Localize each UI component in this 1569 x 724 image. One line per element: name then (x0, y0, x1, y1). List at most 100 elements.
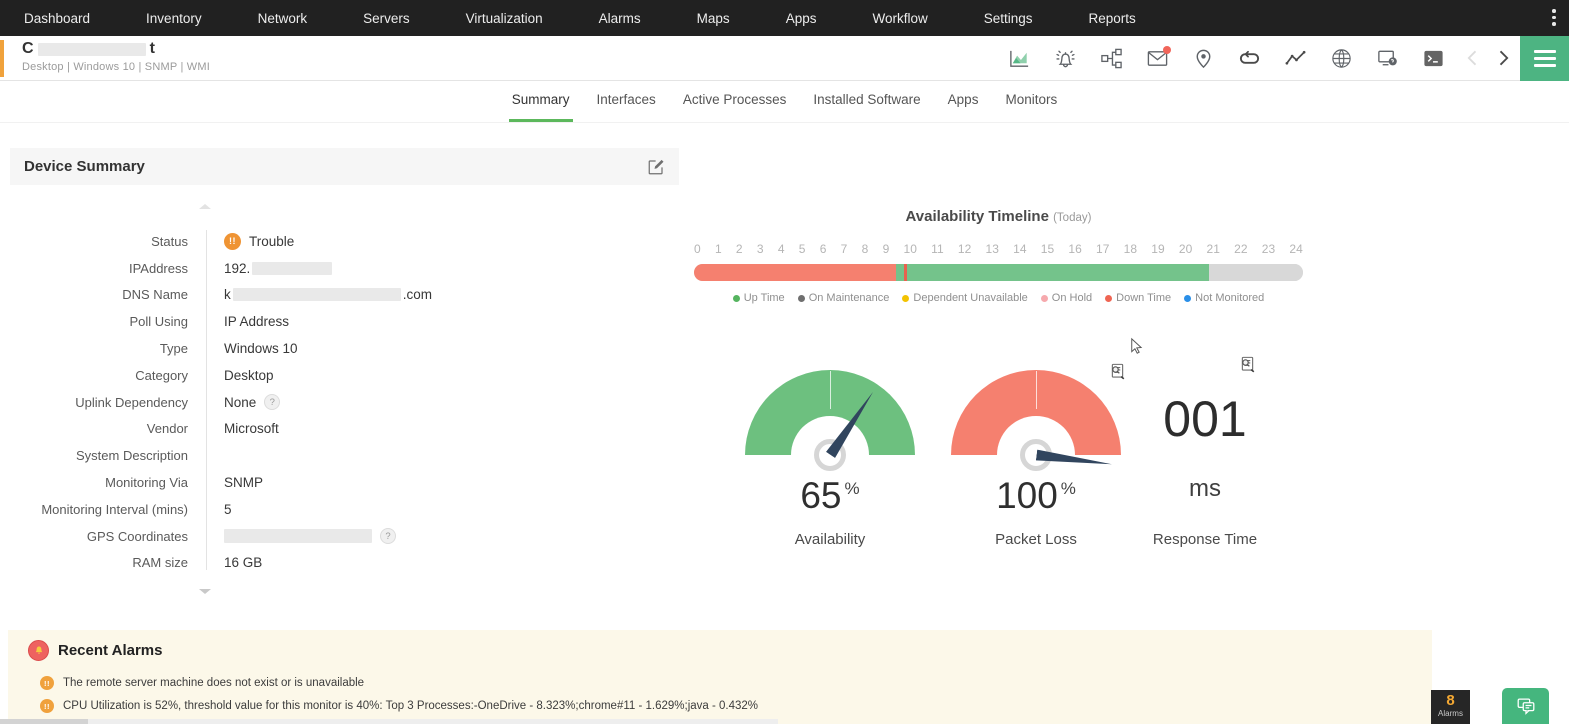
timeline-hour-label: 19 (1151, 242, 1165, 256)
location-pin-icon[interactable] (1191, 47, 1215, 71)
field-label: IPAddress (128, 260, 188, 276)
legend-dot-icon (1105, 294, 1113, 302)
terminal-icon[interactable] (1421, 47, 1445, 71)
ip-prefix: 192. (224, 260, 251, 276)
alarm-bell-icon[interactable] (1053, 47, 1077, 71)
legend-label: On Maintenance (808, 292, 890, 304)
horizontal-scrollbar-thumb[interactable] (0, 719, 88, 724)
line-graph-icon[interactable] (1283, 47, 1307, 71)
nav-maps[interactable]: Maps (697, 11, 730, 26)
timeline-segment-up (907, 264, 1210, 281)
nav-reports[interactable]: Reports (1089, 11, 1136, 26)
timeline-legend: Up Time On Maintenance Dependent Unavailab… (694, 292, 1303, 304)
hamburger-menu-button[interactable] (1520, 36, 1569, 81)
timeline-hour-label: 13 (985, 242, 999, 256)
timeline-hour-label: 8 (861, 242, 869, 256)
field-label: GPS Coordinates (86, 528, 188, 544)
tab-installed-software[interactable]: Installed Software (810, 92, 923, 122)
chevron-right-icon[interactable] (1493, 48, 1513, 68)
alarm-severity-icon: !! (40, 699, 54, 713)
legend-dot-icon (732, 294, 740, 302)
legend-item: Up Time (732, 292, 785, 304)
field-value: 16 GB (224, 555, 263, 571)
redacted-gps (224, 529, 372, 544)
packet-loss-number: 100 (996, 475, 1058, 516)
field-value: Desktop (224, 367, 274, 383)
device-toolbar (1007, 36, 1445, 81)
gauge-tick (1036, 371, 1037, 409)
redacted-device-name (37, 42, 146, 56)
legend-item: Not Monitored (1184, 292, 1264, 304)
legend-label: Not Monitored (1195, 292, 1265, 304)
chevron-left-icon[interactable] (1463, 48, 1483, 68)
tab-apps[interactable]: Apps (945, 92, 982, 122)
field-value: Windows 10 (224, 341, 298, 357)
report-icon[interactable] (1108, 362, 1127, 381)
nav-virtualization[interactable]: Virtualization (466, 11, 543, 26)
field-row-poll: Poll Using IP Address (10, 308, 679, 335)
legend-dot-icon (797, 294, 805, 302)
edit-icon[interactable] (647, 158, 665, 176)
dns-suffix: .com (402, 287, 433, 303)
timeline-hour-label: 15 (1040, 242, 1055, 256)
scroll-up-caret[interactable] (199, 204, 211, 209)
report-icon[interactable] (1238, 355, 1257, 374)
device-header: C t Desktop | Windows 10 | SNMP | WMI (0, 36, 1569, 81)
timeline-hour-label: 9 (882, 242, 890, 256)
nav-dashboard[interactable]: Dashboard (24, 11, 90, 26)
tab-monitors[interactable]: Monitors (1002, 92, 1060, 122)
alarm-bell-badge-icon (28, 640, 49, 661)
field-value: 5 (224, 501, 232, 517)
tab-interfaces[interactable]: Interfaces (594, 92, 659, 122)
mail-notification-icon[interactable] (1145, 45, 1171, 71)
nav-alarms[interactable]: Alarms (599, 11, 641, 26)
nav-servers[interactable]: Servers (363, 11, 410, 26)
more-menu-icon[interactable] (1552, 9, 1556, 26)
device-name-prefix: C (22, 40, 34, 57)
nav-settings[interactable]: Settings (984, 11, 1033, 26)
nav-apps[interactable]: Apps (786, 11, 817, 26)
field-row-type: Type Windows 10 (10, 335, 679, 362)
link-loop-icon[interactable] (1237, 47, 1261, 71)
alarm-row[interactable]: !! The remote server machine does not ex… (40, 676, 364, 690)
alarm-row[interactable]: !! CPU Utilization is 52%, threshold val… (40, 699, 758, 713)
alarm-count-badge[interactable]: 8 Alarms (1431, 690, 1470, 724)
scroll-down-caret[interactable] (199, 589, 211, 594)
timeline-hour-label: 5 (798, 242, 806, 256)
nav-workflow[interactable]: Workflow (872, 11, 927, 26)
field-row-dns: DNS Name k .com (10, 282, 679, 309)
tab-active-processes[interactable]: Active Processes (680, 92, 790, 122)
support-chat-button[interactable] (1502, 688, 1549, 724)
timeline-hour-label: 18 (1123, 242, 1137, 256)
timeline-hour-label: 22 (1234, 242, 1248, 256)
packet-loss-label: Packet Loss (995, 531, 1077, 548)
status-value: Trouble (249, 233, 295, 249)
timeline-segment-up (896, 264, 905, 281)
legend-item: On Maintenance (797, 292, 890, 304)
timeline-bar (694, 264, 1303, 281)
remote-session-icon[interactable] (1375, 47, 1399, 71)
device-name: C t (22, 40, 155, 58)
mouse-cursor (1128, 337, 1146, 355)
alarm-message: CPU Utilization is 52%, threshold value … (63, 700, 759, 712)
topology-icon[interactable] (1099, 47, 1123, 71)
timeline-hour-label: 3 (756, 242, 764, 256)
field-value: None (224, 394, 257, 410)
field-label: Monitoring Via (105, 475, 188, 491)
field-row-monvia: Monitoring Via SNMP (10, 469, 679, 496)
alarm-message: The remote server machine does not exist… (63, 677, 365, 689)
timeline-hour-label: 17 (1096, 242, 1110, 256)
recent-alarms-panel: Recent Alarms !! The remote server machi… (8, 630, 1432, 724)
nav-network[interactable]: Network (258, 11, 308, 26)
timeline-title-text: Availability Timeline (905, 208, 1049, 225)
tab-summary[interactable]: Summary (508, 92, 573, 122)
globe-icon[interactable] (1329, 47, 1353, 71)
help-icon[interactable]: ? (264, 394, 281, 411)
nav-inventory[interactable]: Inventory (146, 11, 202, 26)
help-icon[interactable]: ? (380, 528, 396, 545)
field-label: Type (159, 341, 188, 357)
timeline-hour-label: 4 (777, 242, 785, 256)
performance-chart-icon[interactable] (1007, 47, 1031, 71)
timeline-hour-label: 7 (840, 242, 848, 256)
legend-label: Up Time (743, 292, 785, 304)
